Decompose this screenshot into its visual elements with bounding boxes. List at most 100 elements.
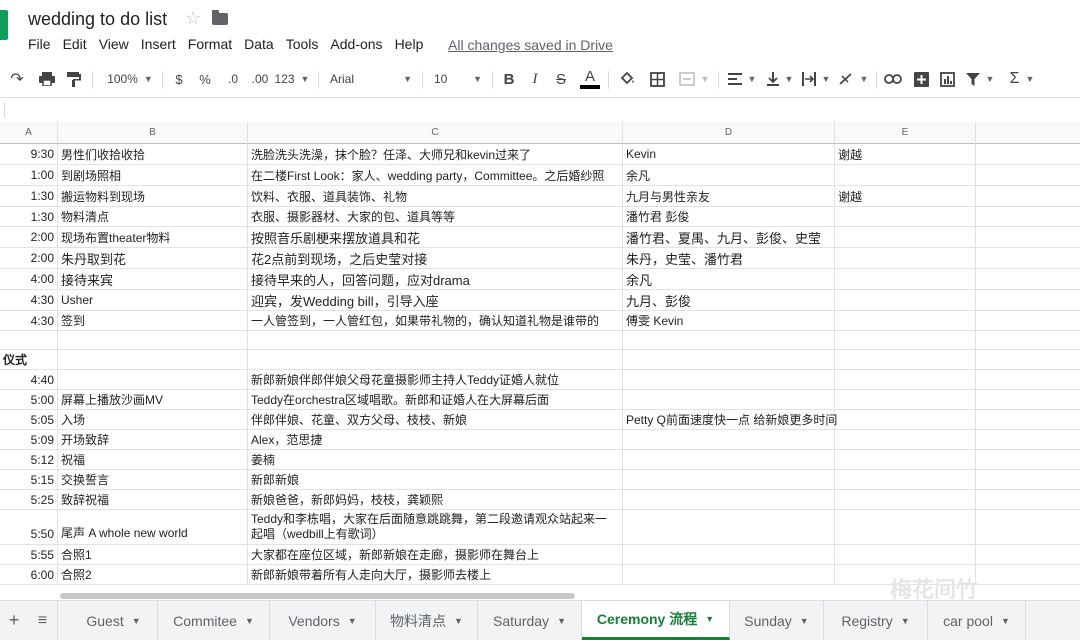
cell-helper[interactable] [835, 331, 976, 349]
cell-owner[interactable]: Kevin [623, 144, 835, 164]
cell-owner[interactable] [623, 490, 835, 509]
redo-icon[interactable]: ↷ [8, 64, 26, 94]
cell-time[interactable]: 1:30 [0, 186, 58, 206]
cell-task[interactable]: 合照1 [58, 545, 248, 564]
cell-empty[interactable] [976, 331, 1080, 349]
document-title[interactable]: wedding to do list [28, 9, 167, 30]
cell-empty[interactable] [976, 311, 1080, 330]
cell-empty[interactable] [976, 207, 1080, 226]
cell-task[interactable]: 致辞祝福 [58, 490, 248, 509]
cell-empty[interactable] [976, 165, 1080, 185]
star-icon[interactable]: ☆ [185, 8, 201, 29]
cell-detail[interactable]: 伴郎伴娘、花童、双方父母、枝枝、新娘 [248, 410, 623, 429]
menu-edit[interactable]: Edit [63, 36, 87, 52]
add-sheet-icon[interactable]: + [0, 601, 28, 640]
tab-saturday[interactable]: Saturday ▼ [478, 601, 582, 640]
cell-helper[interactable] [835, 290, 976, 310]
column-header-c[interactable]: C [248, 122, 623, 144]
fill-color-icon[interactable] [616, 64, 638, 94]
vertical-align-icon[interactable]: ▼ [764, 64, 796, 94]
cell-helper[interactable] [835, 311, 976, 330]
cell-task[interactable]: 朱丹取到花 [58, 248, 248, 268]
cell-task[interactable]: 入场 [58, 410, 248, 429]
zoom-select[interactable]: 100% ▼ [102, 64, 158, 94]
cell-empty[interactable] [976, 545, 1080, 564]
tab-ceremony[interactable]: Ceremony 流程 ▼ [582, 601, 730, 640]
cell-detail[interactable]: 饮料、衣服、道具装饰、礼物 [248, 186, 623, 206]
cell-owner[interactable] [623, 331, 835, 349]
cell-task[interactable] [58, 350, 248, 369]
cell-task[interactable]: 到剧场照相 [58, 165, 248, 185]
cell-time[interactable]: 5:05 [0, 410, 58, 429]
menu-data[interactable]: Data [244, 36, 274, 52]
formula-bar[interactable] [0, 97, 1080, 123]
text-wrap-icon[interactable]: ▼ [800, 64, 832, 94]
cell-task[interactable]: 祝福 [58, 450, 248, 469]
cell-helper[interactable] [835, 227, 976, 247]
cell-helper[interactable] [835, 390, 976, 409]
horizontal-align-icon[interactable]: ▼ [726, 64, 758, 94]
column-header-b[interactable]: B [58, 122, 248, 144]
cell-time[interactable]: 9:30 [0, 144, 58, 164]
cell-time[interactable]: 5:00 [0, 390, 58, 409]
cell-time[interactable]: 4:30 [0, 311, 58, 330]
cell-owner[interactable] [623, 470, 835, 489]
cell-helper[interactable] [835, 490, 976, 509]
cell-empty[interactable] [976, 144, 1080, 164]
text-color-button[interactable]: A [578, 64, 602, 94]
cell-task[interactable]: 开场致辞 [58, 430, 248, 449]
filter-icon[interactable]: ▼ [962, 64, 998, 94]
cell-owner[interactable] [623, 350, 835, 369]
cell-helper[interactable] [835, 248, 976, 268]
cell-owner[interactable] [623, 510, 835, 544]
cell-detail[interactable]: Teddy和李栋唱，大家在后面随意跳跳舞，第二段邀请观众站起来一起唱（wedbi… [248, 510, 623, 544]
decrease-decimal-button[interactable]: .0 [222, 64, 244, 94]
cell-helper[interactable] [835, 350, 976, 369]
cell-helper[interactable] [835, 430, 976, 449]
cell-owner[interactable]: Petty Q前面速度快一点 给新娘更多时间 [623, 410, 837, 429]
cell-empty[interactable] [976, 186, 1080, 206]
cell-owner[interactable]: 余凡 [623, 269, 835, 289]
cell-detail[interactable]: 新娘爸爸，新郎妈妈，枝枝，龚颖熙 [248, 490, 623, 509]
tab-registry[interactable]: Registry ▼ [824, 601, 928, 640]
cell-empty[interactable] [976, 430, 1080, 449]
menu-view[interactable]: View [99, 36, 129, 52]
tab-inventory[interactable]: 物料清点 ▼ [376, 601, 478, 640]
cell-empty[interactable] [976, 510, 1080, 544]
paint-format-icon[interactable] [64, 64, 84, 94]
section-title[interactable]: 仪式 [0, 350, 58, 369]
cell-detail[interactable]: 迎宾，发Wedding bill，引导入座 [248, 290, 623, 310]
cell-owner[interactable]: 朱丹，史莹、潘竹君 [623, 248, 835, 268]
cell-owner[interactable] [623, 430, 835, 449]
print-icon[interactable] [36, 64, 58, 94]
cell-empty[interactable] [976, 470, 1080, 489]
all-sheets-icon[interactable]: ≡ [28, 601, 58, 640]
cell-owner[interactable]: 潘竹君、夏禺、九月、彭俊、史莹 [623, 227, 835, 247]
cell-owner[interactable] [623, 370, 835, 389]
cell-detail[interactable]: 花2点前到现场，之后史莹对接 [248, 248, 623, 268]
cell-empty[interactable] [976, 565, 1080, 584]
cell-detail[interactable]: 在二楼First Look：家人、wedding party，Committee… [248, 165, 623, 185]
tab-guest[interactable]: Guest ▼ [70, 601, 158, 640]
cell-time[interactable]: 1:30 [0, 207, 58, 226]
cell-task[interactable]: 合照2 [58, 565, 248, 584]
cell-time[interactable]: 2:00 [0, 248, 58, 268]
cell-detail[interactable] [248, 331, 623, 349]
cell-task[interactable]: 男性们收拾收拾 [58, 144, 248, 164]
cell-time[interactable]: 4:40 [0, 370, 58, 389]
cell-task[interactable]: 现场布置theater物料 [58, 227, 248, 247]
bold-button[interactable]: B [500, 64, 518, 94]
cell-empty[interactable] [976, 370, 1080, 389]
cell-detail[interactable]: 一人管签到，一人管红包，如果带礼物的，确认知道礼物是谁带的 [248, 311, 623, 330]
cell-task[interactable]: Usher [58, 290, 248, 310]
cell-task[interactable]: 签到 [58, 311, 248, 330]
cell-detail[interactable]: 新郎新娘带着所有人走向大厅，摄影师去楼上 [248, 565, 623, 584]
tab-commitee[interactable]: Commitee ▼ [158, 601, 270, 640]
cell-empty[interactable] [976, 350, 1080, 369]
cell-owner[interactable]: 九月、彭俊 [623, 290, 835, 310]
cell-detail[interactable] [248, 350, 623, 369]
cell-helper[interactable] [835, 269, 976, 289]
cell-helper[interactable]: 谢越 [835, 186, 976, 206]
menu-insert[interactable]: Insert [141, 36, 176, 52]
insert-comment-icon[interactable] [910, 64, 932, 94]
